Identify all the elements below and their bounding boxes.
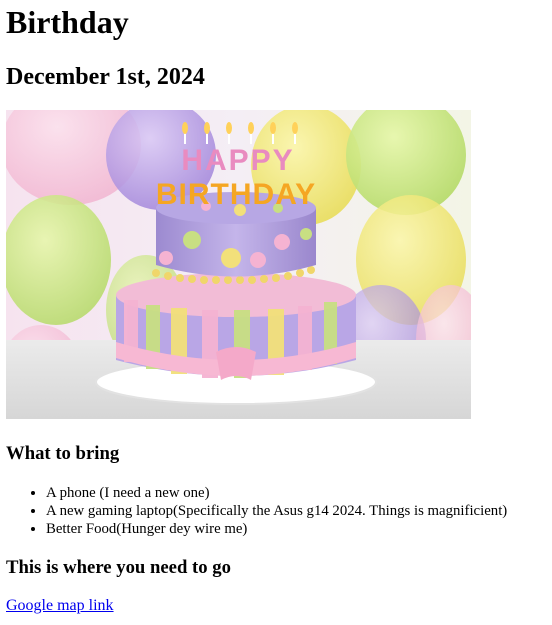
cake-text-top: HAPPY [181,144,294,177]
birthday-cake-image: HAPPY BIRTHDAY [6,110,471,419]
list-item: Better Food(Hunger dey wire me) [46,520,546,538]
directions-heading: This is where you need to go [6,557,231,578]
page: Birthday December 1st, 2024 HAPPY BIRTHD… [0,0,546,625]
event-date: December 1st, 2024 [6,64,205,90]
cake-text-bottom: BIRTHDAY [156,178,316,211]
page-title: Birthday [6,4,129,40]
bring-list: A phone (I need a new one) A new gaming … [6,484,546,538]
bring-heading: What to bring [6,443,120,464]
list-item: A phone (I need a new one) [46,484,546,502]
google-map-link[interactable]: Google map link [6,596,114,615]
list-item: A new gaming laptop(Specifically the Asu… [46,502,546,520]
